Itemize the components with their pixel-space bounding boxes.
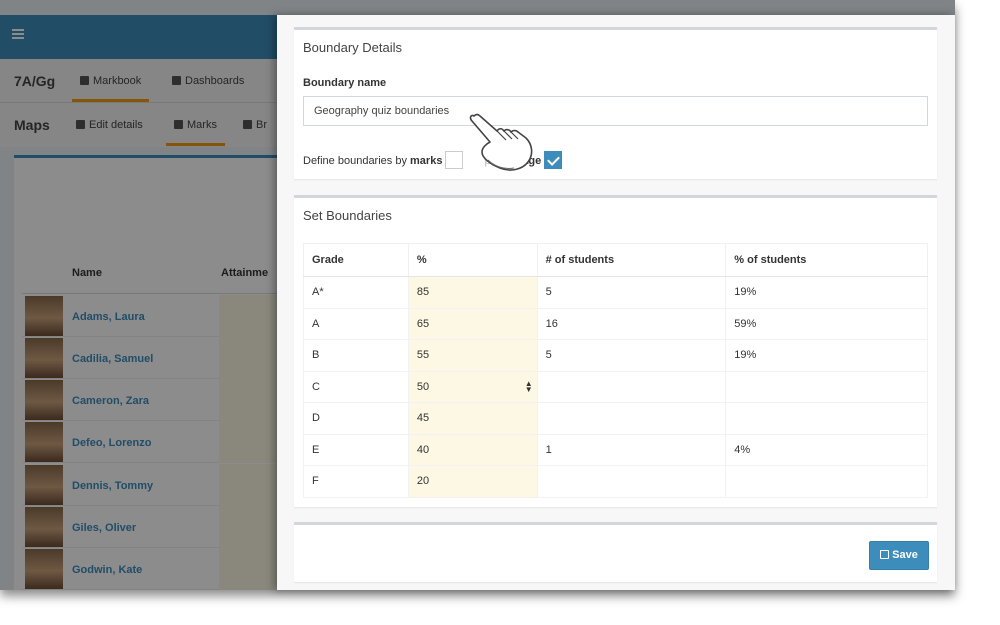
num-students-cell [536,370,727,403]
boundaries-table: Grade % # of students % of students A* 8… [303,243,928,498]
save-button[interactable]: Save [869,541,929,570]
boundary-name-label: Boundary name [303,77,387,89]
grade-cell: E [303,433,409,466]
table-row: A 65 16 59% [303,307,928,340]
marks-option-label: marks [410,155,443,167]
percent-input[interactable]: 20 [407,465,538,498]
set-boundaries-title: Set Boundaries [303,208,392,223]
table-row: D 45 [303,402,928,435]
boundary-panel: Boundary Details Boundary name Geography… [277,15,955,590]
set-boundaries-box: Set Boundaries Grade % # of students % o… [294,195,937,507]
grade-cell: B [303,339,409,372]
boundary-details-title: Boundary Details [303,40,402,55]
percent-input[interactable]: 55 [407,339,538,372]
pct-students-cell: 4% [725,433,928,466]
grade-cell: C [303,370,409,403]
num-students-cell [536,465,727,498]
num-students-cell: 5 [536,276,727,309]
num-students-column-header: # of students [536,243,727,277]
percent-input[interactable]: 40 [407,433,538,466]
table-row: E 40 1 4% [303,433,928,466]
grade-cell: F [303,465,409,498]
grade-column-header: Grade [303,243,409,277]
table-header-row: Grade % # of students % of students [303,243,928,277]
define-boundaries-row: Define boundaries by marks perc ntage [303,151,563,169]
boundary-name-input[interactable]: Geography quiz boundaries [303,96,928,126]
percent-input[interactable]: 65 [407,307,538,340]
pct-students-cell: 19% [725,339,928,372]
floppy-disk-icon [880,550,890,559]
boundary-details-box: Boundary Details Boundary name Geography… [294,27,937,179]
num-students-cell [536,402,727,435]
percent-input[interactable]: 45 [407,402,538,435]
pct-students-cell: 59% [725,307,928,340]
percent-input[interactable]: 50 ▲ ▼ [407,370,538,403]
pct-students-cell [725,465,928,498]
footer-box: Save [294,522,937,582]
num-students-cell: 16 [536,307,727,340]
grade-cell: A* [303,276,409,309]
table-row: A* 85 5 19% [303,276,928,309]
percent-input[interactable]: 85 [407,276,538,309]
num-students-cell: 1 [536,433,727,466]
percentage-option-label: ntage [511,155,542,167]
table-row: F 20 [303,465,928,498]
table-row: B 55 5 19% [303,339,928,372]
num-students-cell: 5 [536,339,727,372]
percentage-checkbox[interactable] [544,151,563,169]
percent-column-header: % [407,243,538,277]
number-spinner-icon[interactable]: ▲ ▼ [525,379,533,393]
marks-checkbox[interactable] [445,151,464,169]
pct-students-column-header: % of students [725,243,928,277]
define-prefix: Define boundaries by [303,155,407,167]
pct-students-cell: 19% [725,276,928,309]
percentage-label-fragment: perc [484,155,506,167]
grade-cell: D [303,402,409,435]
pct-students-cell [725,370,928,403]
pct-students-cell [725,402,928,435]
grade-cell: A [303,307,409,340]
table-row: C 50 ▲ ▼ [303,370,928,403]
